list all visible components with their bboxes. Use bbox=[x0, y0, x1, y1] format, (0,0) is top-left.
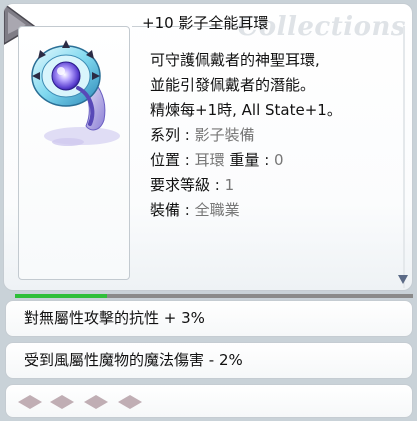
random-option-1: 對無屬性攻擊的抗性 + 3% bbox=[5, 300, 413, 337]
empty-card-slot-icon[interactable] bbox=[18, 395, 42, 409]
item-name: +10 影子全能耳環 bbox=[142, 14, 269, 32]
attribute-value: 耳環 bbox=[194, 151, 225, 169]
item-info-window: Collections +10 影子全能耳環 可守護佩戴者的神聖耳環, 並能引發… bbox=[3, 3, 413, 291]
attribute-value: 影子裝備 bbox=[194, 126, 255, 144]
empty-card-slot-icon[interactable] bbox=[50, 395, 74, 409]
weight-value: 0 bbox=[274, 151, 284, 169]
attribute-series: 系列 : 影子裝備 bbox=[150, 126, 255, 144]
card-slots bbox=[5, 384, 413, 418]
attribute-value: 1 bbox=[224, 176, 235, 194]
attribute-label: 位置 bbox=[150, 151, 181, 169]
attribute-required-level: 要求等級 : 1 bbox=[150, 176, 235, 194]
attribute-value: 全職業 bbox=[194, 201, 240, 219]
scrollbar[interactable] bbox=[399, 26, 409, 288]
attribute-equip-class: 裝備 : 全職業 bbox=[150, 201, 240, 219]
refine-progress-fill bbox=[15, 294, 107, 298]
empty-card-slot-icon[interactable] bbox=[118, 395, 142, 409]
refine-progress-bar bbox=[15, 294, 413, 298]
random-option-2: 受到風屬性魔物的魔法傷害 - 2% bbox=[5, 342, 413, 379]
attribute-label: 裝備 bbox=[150, 201, 181, 219]
attribute-location: 位置 : 耳環 重量 : 0 bbox=[150, 151, 284, 169]
description-line: 精煉每+1時, All State+1。 bbox=[150, 101, 342, 119]
shadow-earring-icon bbox=[31, 40, 120, 146]
scroll-down-arrow-icon[interactable] bbox=[398, 275, 408, 284]
weight-label: 重量 bbox=[229, 151, 260, 169]
attribute-label: 要求等級 bbox=[150, 176, 211, 194]
description-line: 可守護佩戴者的神聖耳環, bbox=[150, 51, 320, 69]
empty-card-slot-icon[interactable] bbox=[84, 395, 108, 409]
attribute-label: 系列 bbox=[150, 126, 181, 144]
description-line: 並能引發佩戴者的潛能。 bbox=[150, 76, 316, 94]
item-description: 可守護佩戴者的神聖耳環, 並能引發佩戴者的潛能。 精煉每+1時, All Sta… bbox=[150, 48, 342, 223]
